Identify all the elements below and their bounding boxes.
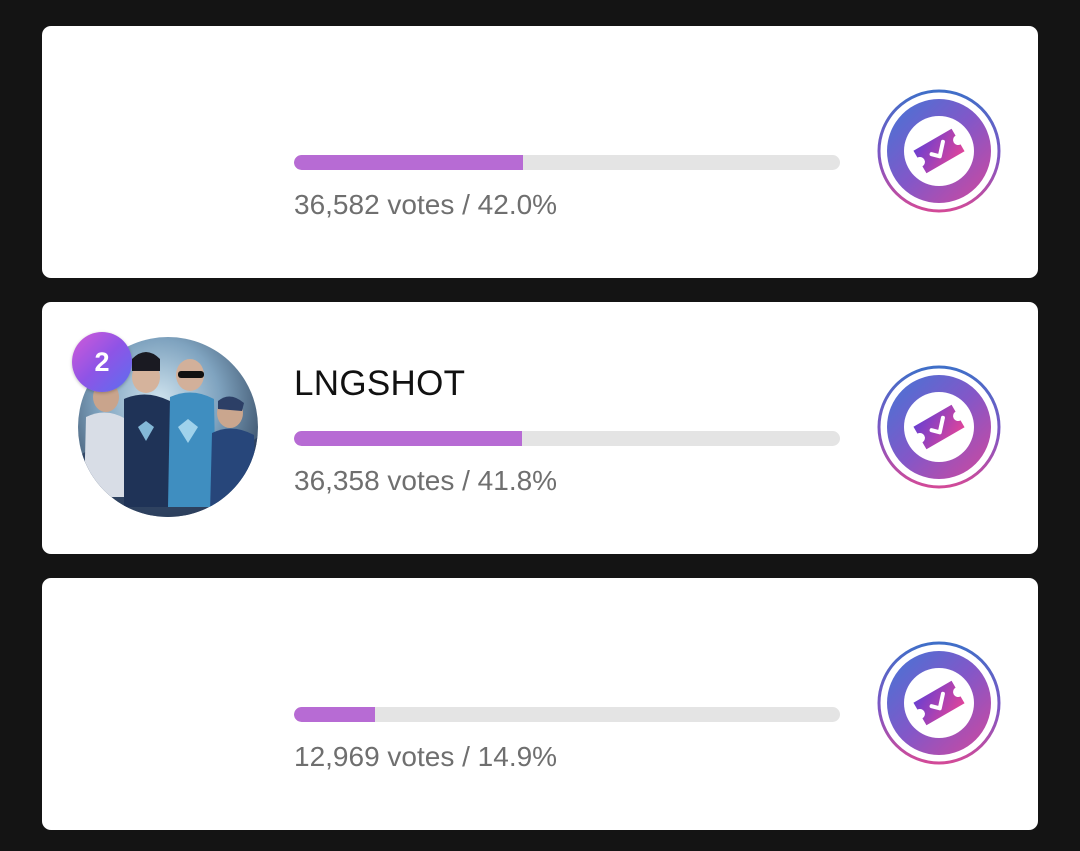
vote-button[interactable] xyxy=(876,364,1002,490)
vote-button[interactable] xyxy=(876,640,1002,766)
vote-count-text: 36,582 votes / 42.0% xyxy=(294,189,558,220)
vote-progress-fill xyxy=(294,431,523,446)
rank-badge: 2 xyxy=(72,332,132,392)
vote-count-text: 36,358 votes / 41.8% xyxy=(294,465,558,496)
vote-progress-fill xyxy=(294,155,524,170)
avatar xyxy=(78,613,258,793)
vote-ranking-list: 36,582 votes / 42.0% 2 LNGSHOT 36,358 vo… xyxy=(0,0,1080,851)
vote-progress-bar xyxy=(294,155,840,170)
ticket-check-icon xyxy=(877,641,1001,765)
ticket-check-icon xyxy=(877,365,1001,489)
candidate-card: 36,582 votes / 42.0% xyxy=(42,26,1038,278)
candidate-name: LNGSHOT xyxy=(294,364,466,403)
candidate-avatar-wrap xyxy=(78,613,258,793)
vote-count-text: 12,969 votes / 14.9% xyxy=(294,741,558,772)
vote-progress-fill xyxy=(294,707,376,722)
vote-progress-bar xyxy=(294,431,840,446)
candidate-avatar-wrap: 2 xyxy=(72,332,258,517)
vote-progress-bar xyxy=(294,707,840,722)
candidate-card: 2 LNGSHOT 36,358 votes / 41.8% xyxy=(42,302,1038,554)
avatar xyxy=(78,61,258,241)
ticket-check-icon xyxy=(877,89,1001,213)
candidate-avatar-wrap xyxy=(78,61,258,241)
vote-button[interactable] xyxy=(876,88,1002,214)
candidate-card: 12,969 votes / 14.9% xyxy=(42,578,1038,830)
